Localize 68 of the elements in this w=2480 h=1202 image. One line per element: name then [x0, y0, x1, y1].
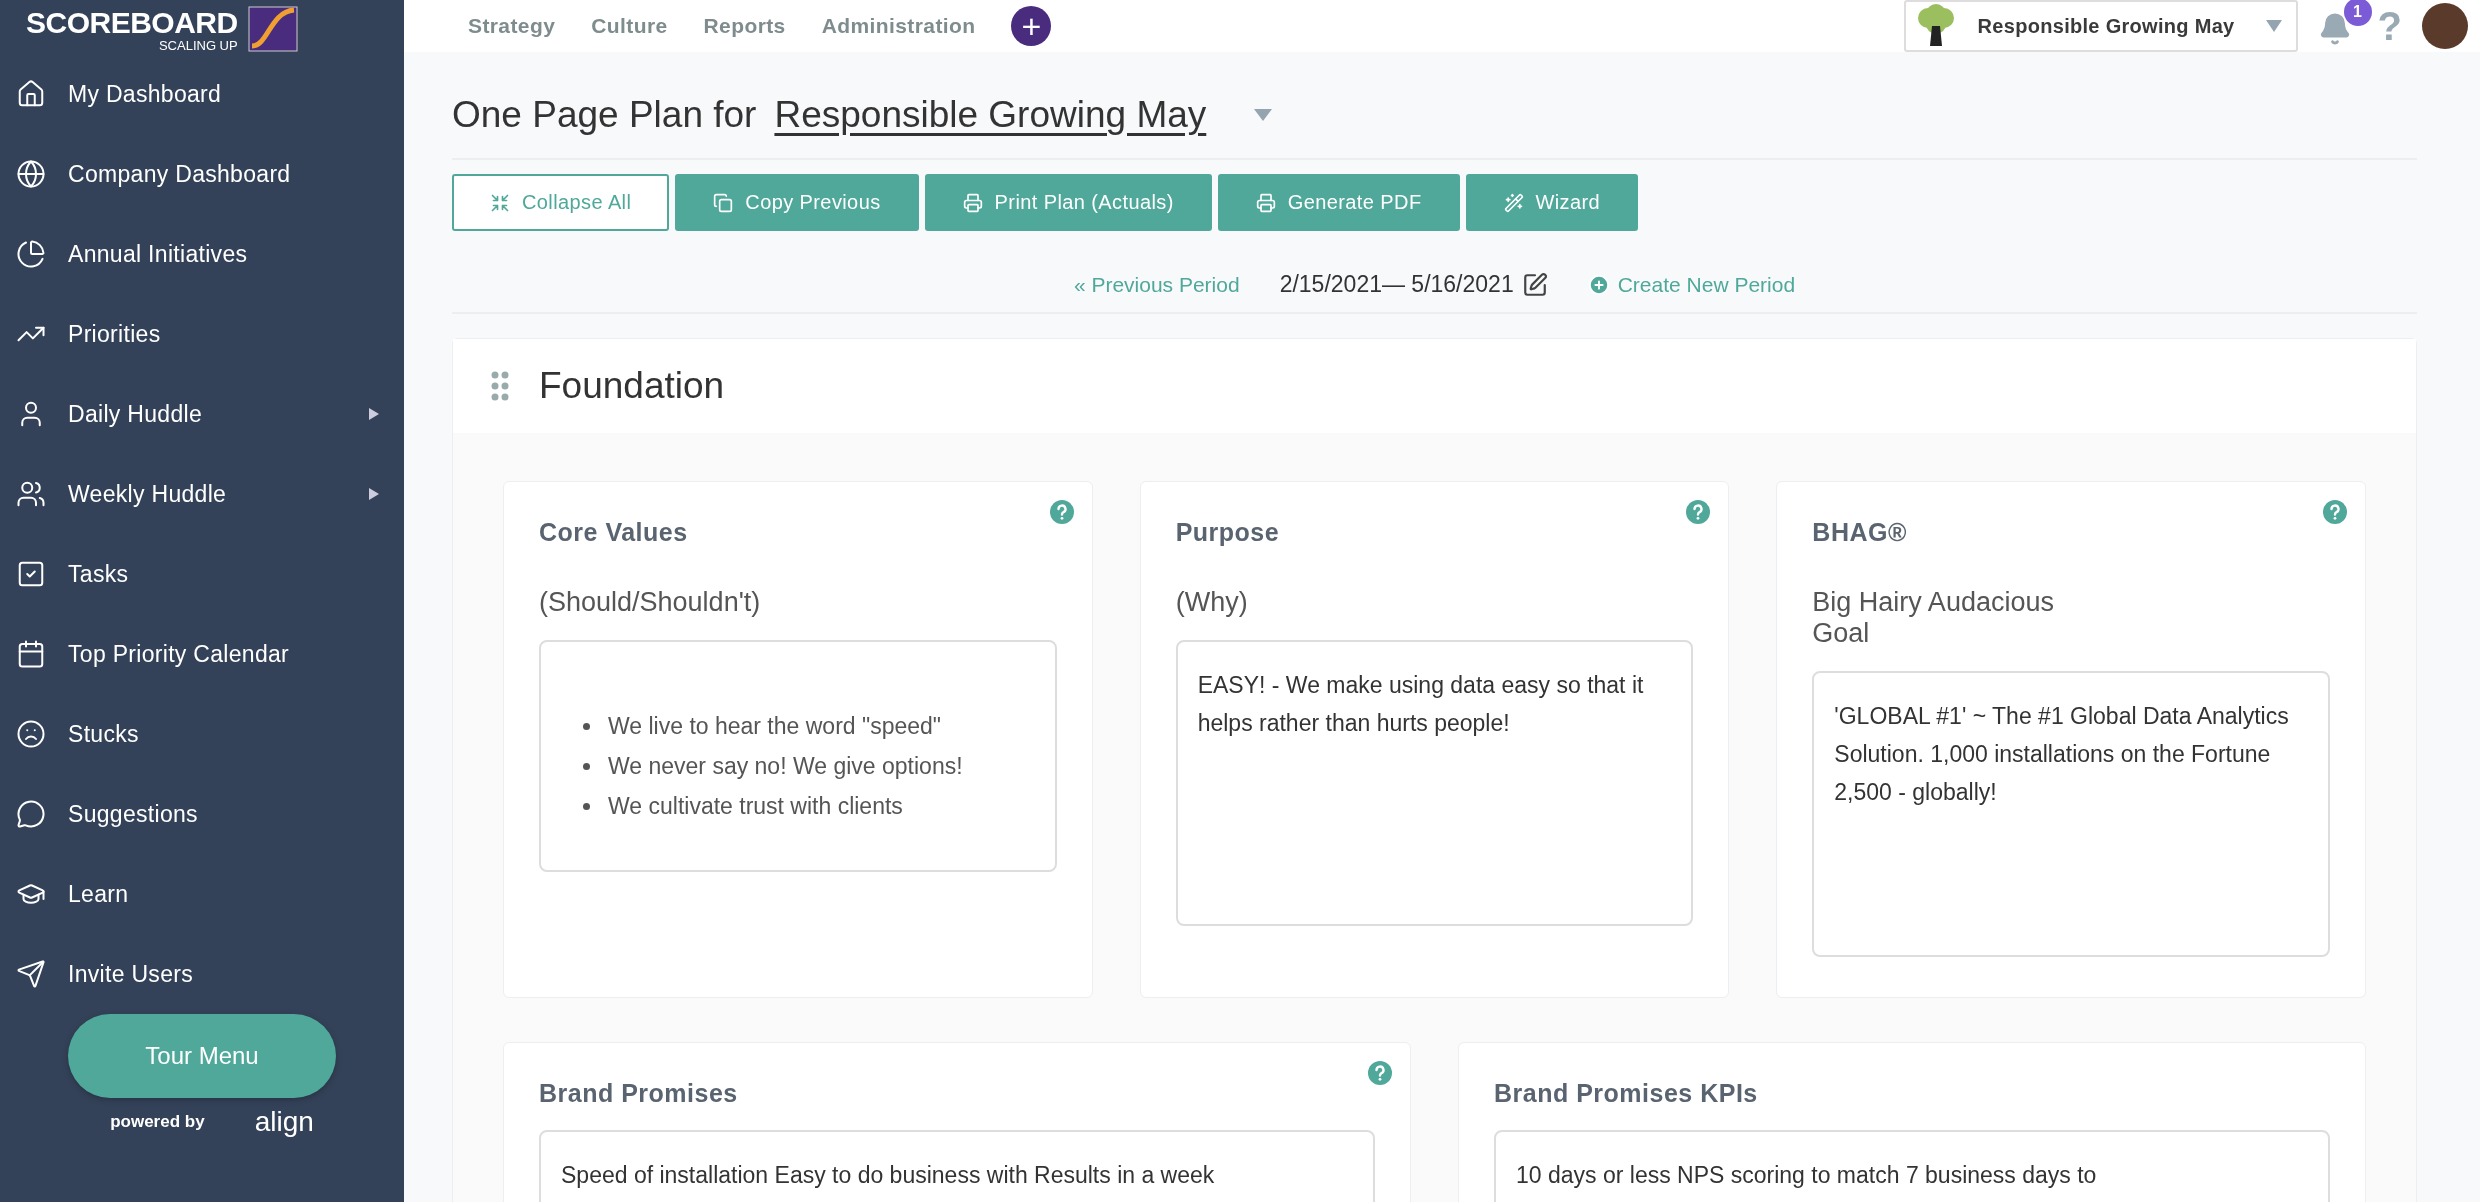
avatar[interactable] [2422, 3, 2468, 49]
bullet-icon [583, 762, 590, 770]
logo-text: SCOREBOARD [26, 6, 238, 40]
core-value-item: We cultivate trust with clients [608, 792, 903, 820]
button-icon [1255, 192, 1276, 213]
button-icon [490, 192, 510, 213]
page-title: One Page Plan for [452, 94, 757, 136]
sidebar-item[interactable]: Tasks [0, 534, 404, 614]
card-subtitle: (Why) [1175, 587, 1249, 618]
button-icon [962, 192, 983, 213]
logo-icon [247, 6, 298, 52]
button-icon [1503, 192, 1524, 213]
sidebar-item[interactable]: Annual Initiatives [0, 214, 404, 294]
sidebar-item[interactable]: Company Dashboard [0, 134, 404, 214]
notification-badge: 1 [2343, 0, 2372, 26]
text-area[interactable]: EASY! - We make using data easy so that it helps rather than hurts people! [1175, 640, 1694, 926]
card-title: Core Values [539, 518, 689, 547]
card-subtitle: Big Hairy Audacious Goal [1812, 587, 2055, 649]
card-title: Brand Promises [539, 1079, 739, 1108]
sidebar-item[interactable]: Invite Users [0, 934, 404, 1014]
nav-icon [16, 559, 46, 589]
help-icon[interactable] [1049, 500, 1074, 524]
card-title: BHAG® [1812, 518, 1908, 547]
sidebar-item[interactable]: My Dashboard [0, 54, 404, 134]
nav-icon [16, 159, 46, 189]
nav-icon [16, 239, 46, 269]
company-selector[interactable]: Responsible Growing May [1903, 0, 2298, 52]
nav-icon [16, 79, 46, 109]
bullet-icon [583, 802, 590, 810]
sidebar-item[interactable]: Learn [0, 854, 404, 934]
sidebar-item[interactable]: Priorities [0, 294, 404, 374]
sidebar-item[interactable]: Suggestions [0, 774, 404, 854]
text-area[interactable]: 'GLOBAL #1' ~ The #1 Global Data Analytics Solution. 1,000 installations on the Fortune 2,500 - globally! [1812, 671, 2330, 957]
tree-icon [1915, 4, 1956, 48]
edit-icon[interactable] [1521, 271, 1548, 298]
card-title: Purpose [1175, 518, 1281, 547]
sidebar-item[interactable]: Daily Huddle [0, 374, 404, 454]
help-icon[interactable] [2323, 500, 2347, 524]
logo-tagline: SCALING UP [158, 38, 238, 53]
nav-icon [16, 639, 46, 669]
card-subtitle: (Should/Shouldn't) [539, 587, 762, 618]
help-icon[interactable] [1368, 1061, 1392, 1085]
nav-icon [16, 959, 46, 989]
text-area[interactable]: We live to hear the word "speed" We never say no! We give options! We cultivate trust with clients [539, 640, 1057, 872]
help-icon[interactable] [1686, 500, 1711, 524]
partner-logo-text: align [254, 1106, 314, 1138]
bullet-icon [583, 722, 590, 730]
nav-icon [16, 719, 46, 749]
section-title: Foundation [539, 365, 725, 407]
card-title: Brand Promises KPIs [1494, 1079, 1759, 1108]
sidebar-item[interactable]: Stucks [0, 694, 404, 774]
nav-icon [16, 799, 46, 829]
dropdown-caret-icon [2265, 20, 2282, 32]
period-range: 2/15/2021— 5/16/2021 [1279, 271, 1514, 298]
core-value-item: We never say no! We give options! [608, 752, 963, 780]
text-area[interactable]: 10 days or less NPS scoring to match 7 business days to [1494, 1130, 2330, 1202]
button-icon [713, 192, 734, 213]
drag-handle-icon[interactable] [491, 371, 509, 401]
plus-icon [1587, 273, 1610, 296]
dropdown-caret-icon[interactable] [1254, 109, 1273, 121]
sidebar-item[interactable]: Top Priority Calendar [0, 614, 404, 694]
core-value-item: We live to hear the word "speed" [608, 712, 941, 740]
sidebar-item[interactable]: Weekly Huddle [0, 454, 404, 534]
powered-by-text: powered by [110, 1112, 205, 1132]
add-button[interactable]: + [1011, 6, 1052, 46]
company-link[interactable]: Responsible Growing May [774, 94, 1207, 136]
text-area[interactable]: Speed of installation Easy to do business with Results in a week [539, 1130, 1375, 1202]
nav-icon [16, 479, 46, 509]
